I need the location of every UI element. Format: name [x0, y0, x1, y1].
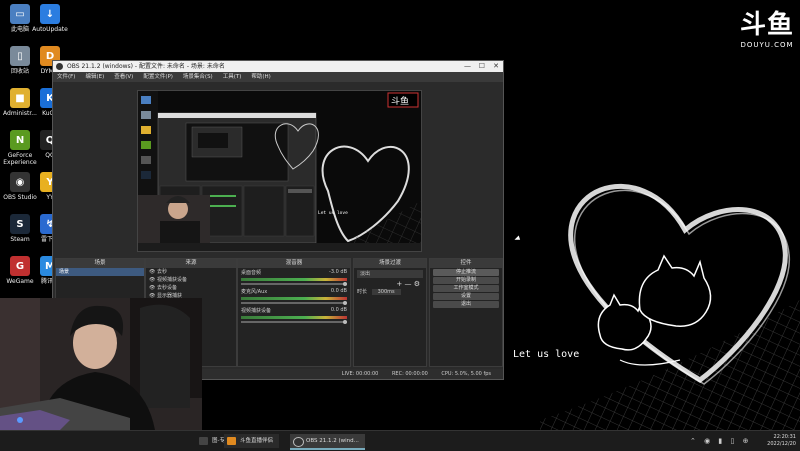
svg-text:斗鱼: 斗鱼 — [391, 95, 409, 107]
source-item[interactable]: 👁 视频捕获设备 — [146, 276, 236, 284]
mixer-channel-db: -3.0 dB — [329, 269, 347, 275]
transition-buttons: + — ⚙ — [354, 280, 426, 288]
douyu-logo: 斗鱼 — [739, 10, 794, 40]
controls-dock-title: 控件 — [430, 259, 502, 268]
transition-select[interactable]: 淡出 — [357, 270, 423, 278]
taskbar-task-label: 斗鱼直播伴侣 — [240, 438, 274, 444]
volume-meter — [241, 278, 347, 281]
app-icon: ▯ — [10, 46, 30, 66]
duration-row: 时长 300ms — [354, 288, 426, 296]
close-button[interactable]: ✕ — [493, 61, 499, 72]
menu-edit[interactable]: 编辑(E) — [85, 72, 104, 82]
studio-mode-button[interactable]: 工作室模式 — [433, 285, 499, 292]
mixer-channel: 视频捕获设备 0.0 dB — [238, 306, 350, 315]
exit-button[interactable]: 退出 — [433, 301, 499, 308]
app-icon: ▭ — [10, 4, 30, 24]
volume-slider[interactable] — [241, 320, 347, 324]
maximize-button[interactable]: ☐ — [479, 61, 485, 72]
douyu-watermark: 斗鱼 DOUYU.COM — [740, 4, 794, 49]
minimize-button[interactable]: — — [464, 61, 471, 72]
obs-menu-bar: 文件(F) 编辑(E) 查看(V) 配置文件(P) 场景集合(S) 工具(T) … — [53, 72, 503, 82]
wallpaper-text: Let us love — [513, 349, 580, 360]
webcam-overlay — [0, 298, 202, 430]
tray-date: 2022/12/20 — [767, 441, 796, 447]
douyu-app-icon — [227, 437, 236, 445]
wallpaper-heart-art — [540, 184, 800, 430]
obs-title-text: OBS 21.1.2 (windows) - 配置文件: 未命名 - 场景: 未… — [67, 63, 225, 70]
duration-label: 时长 — [357, 289, 368, 295]
obs-app-icon — [56, 63, 63, 70]
remove-transition-button[interactable]: — — [404, 280, 411, 288]
volume-slider[interactable] — [241, 301, 347, 305]
preview-desktop-mirror: 斗鱼 — [138, 91, 421, 251]
mixer-channel-name: 视频捕获设备 — [241, 308, 272, 314]
desktop-icon[interactable]: ↓ AutoUpdate — [32, 4, 68, 33]
status-cpu: CPU: 5.0%, 5.00 fps — [441, 371, 491, 377]
obs-app-icon — [293, 437, 304, 447]
taskbar: 图-专... 斗鱼直播伴侣 OBS 21.1.2 (wind... ⌃ ◉ ▮ … — [0, 430, 800, 451]
tray-time: 22:20:31 — [773, 434, 796, 440]
mixer-channel: 桌面音频 -3.0 dB — [238, 268, 350, 277]
app-icon — [199, 437, 208, 445]
preview-wallpaper-text: Let us love — [318, 211, 348, 216]
tray-clock[interactable]: 22:20:31 2022/12/20 — [767, 434, 796, 448]
scenes-dock-title: 场景 — [56, 259, 144, 268]
mixer-channel-name: 麦克风/Aux — [241, 289, 268, 295]
eye-icon[interactable]: 👁 — [149, 285, 157, 291]
streamer-video — [0, 298, 202, 430]
scene-item[interactable]: 场景 — [56, 268, 144, 276]
taskbar-task-label: OBS 21.1.2 (wind... — [306, 438, 359, 444]
transitions-dock: 场景过渡 淡出 + — ⚙ 时长 300ms — [353, 258, 427, 367]
start-recording-button[interactable]: 开始录制 — [433, 277, 499, 284]
source-item-label: 视频捕获设备 — [156, 277, 187, 283]
douyu-site: DOUYU.COM — [740, 41, 794, 49]
app-icon: ↓ — [40, 4, 60, 24]
taskbar-task-active[interactable]: OBS 21.1.2 (wind... — [290, 434, 365, 450]
volume-slider[interactable] — [241, 282, 347, 286]
obs-preview[interactable]: 斗鱼 Let us love — [137, 90, 422, 252]
status-rec: REC: 00:00:00 — [391, 371, 428, 377]
taskbar-task[interactable]: 斗鱼直播伴侣 — [224, 434, 280, 448]
obs-title-bar[interactable]: OBS 21.1.2 (windows) - 配置文件: 未命名 - 场景: 未… — [53, 61, 503, 72]
transitions-dock-title: 场景过渡 — [354, 259, 426, 268]
source-item-label: 去秒 — [156, 269, 167, 275]
app-icon: ◉ — [10, 172, 30, 192]
menu-tools[interactable]: 工具(T) — [223, 72, 242, 82]
gear-icon[interactable]: ⚙ — [414, 280, 420, 288]
desktop-icon-label: AutoUpdate — [32, 26, 68, 33]
eye-icon[interactable]: 👁 — [149, 269, 157, 275]
duration-input[interactable]: 300ms — [371, 289, 401, 295]
system-tray-icons[interactable]: ⌃ ◉ ▮ ▯ ⊕ — [690, 437, 751, 445]
mixer-channel-db: 0.0 dB — [330, 307, 347, 313]
mixer-channel: 麦克风/Aux 0.0 dB — [238, 287, 350, 296]
add-transition-button[interactable]: + — [396, 280, 402, 288]
eye-icon[interactable]: 👁 — [149, 277, 157, 283]
menu-profile[interactable]: 配置文件(P) — [143, 72, 173, 82]
mixer-channel-db: 0.0 dB — [330, 288, 347, 294]
app-icon: S — [10, 214, 30, 234]
menu-scene-collection[interactable]: 场景集合(S) — [183, 72, 213, 82]
mixer-dock-title: 混音器 — [238, 259, 350, 268]
source-item[interactable]: 👁 去秒设备 — [146, 284, 236, 292]
app-icon: G — [10, 256, 30, 276]
menu-file[interactable]: 文件(F) — [57, 72, 75, 82]
menu-view[interactable]: 查看(V) — [114, 72, 133, 82]
sources-dock-title: 来源 — [146, 259, 236, 268]
status-live: LIVE: 00:00:00 — [341, 371, 379, 377]
source-item[interactable]: 👁 去秒 — [146, 268, 236, 276]
settings-button[interactable]: 设置 — [433, 293, 499, 300]
mixer-dock: 混音器 桌面音频 -3.0 dB 麦克风/Aux 0.0 dB 视频捕获设备 0… — [237, 258, 351, 367]
volume-meter — [241, 316, 347, 319]
source-item-label: 去秒设备 — [156, 285, 177, 291]
app-icon: ■ — [10, 88, 30, 108]
controls-dock: 控件 停止推流 开始录制 工作室模式 设置 退出 — [429, 258, 503, 367]
mixer-channel-name: 桌面音频 — [241, 270, 262, 276]
volume-meter — [241, 297, 347, 300]
app-icon: N — [10, 130, 30, 150]
stop-streaming-button[interactable]: 停止推流 — [433, 269, 499, 276]
menu-help[interactable]: 帮助(H) — [251, 72, 270, 82]
